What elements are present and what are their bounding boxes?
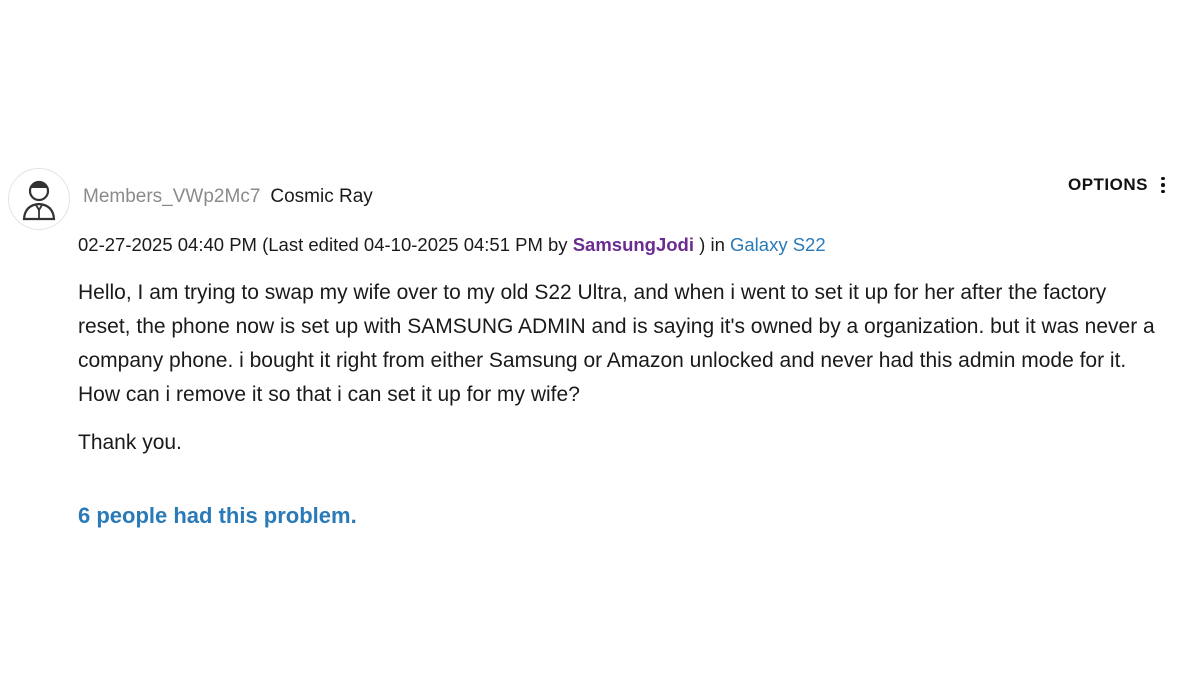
- board-link[interactable]: Galaxy S22: [730, 234, 826, 255]
- post-body: Hello, I am trying to swap my wife over …: [78, 281, 1155, 406]
- author-row: Members_VWp2Mc7 Cosmic Ray: [83, 186, 373, 208]
- post-meta: 02-27-2025 04:40 PM (Last edited 04-10-2…: [78, 234, 826, 256]
- author-rank: Cosmic Ray: [270, 186, 373, 207]
- post-closing: Thank you.: [78, 431, 182, 454]
- options-button[interactable]: OPTIONS: [1068, 175, 1166, 195]
- post-timestamp: 02-27-2025 04:40 PM: [78, 234, 257, 255]
- edited-suffix: ) in: [699, 234, 725, 255]
- editor-link[interactable]: SamsungJodi: [573, 234, 694, 255]
- author-username[interactable]: Members_VWp2Mc7: [83, 186, 260, 208]
- problem-count-link[interactable]: 6 people had this problem.: [78, 503, 357, 529]
- forum-post: Members_VWp2Mc7 Cosmic Ray OPTIONS 02-27…: [0, 0, 1200, 675]
- person-avatar-icon[interactable]: [8, 168, 70, 230]
- options-label: OPTIONS: [1067, 175, 1148, 194]
- kebab-menu-icon[interactable]: [1160, 176, 1166, 194]
- edited-prefix: (Last edited 04-10-2025 04:51 PM by: [262, 234, 568, 255]
